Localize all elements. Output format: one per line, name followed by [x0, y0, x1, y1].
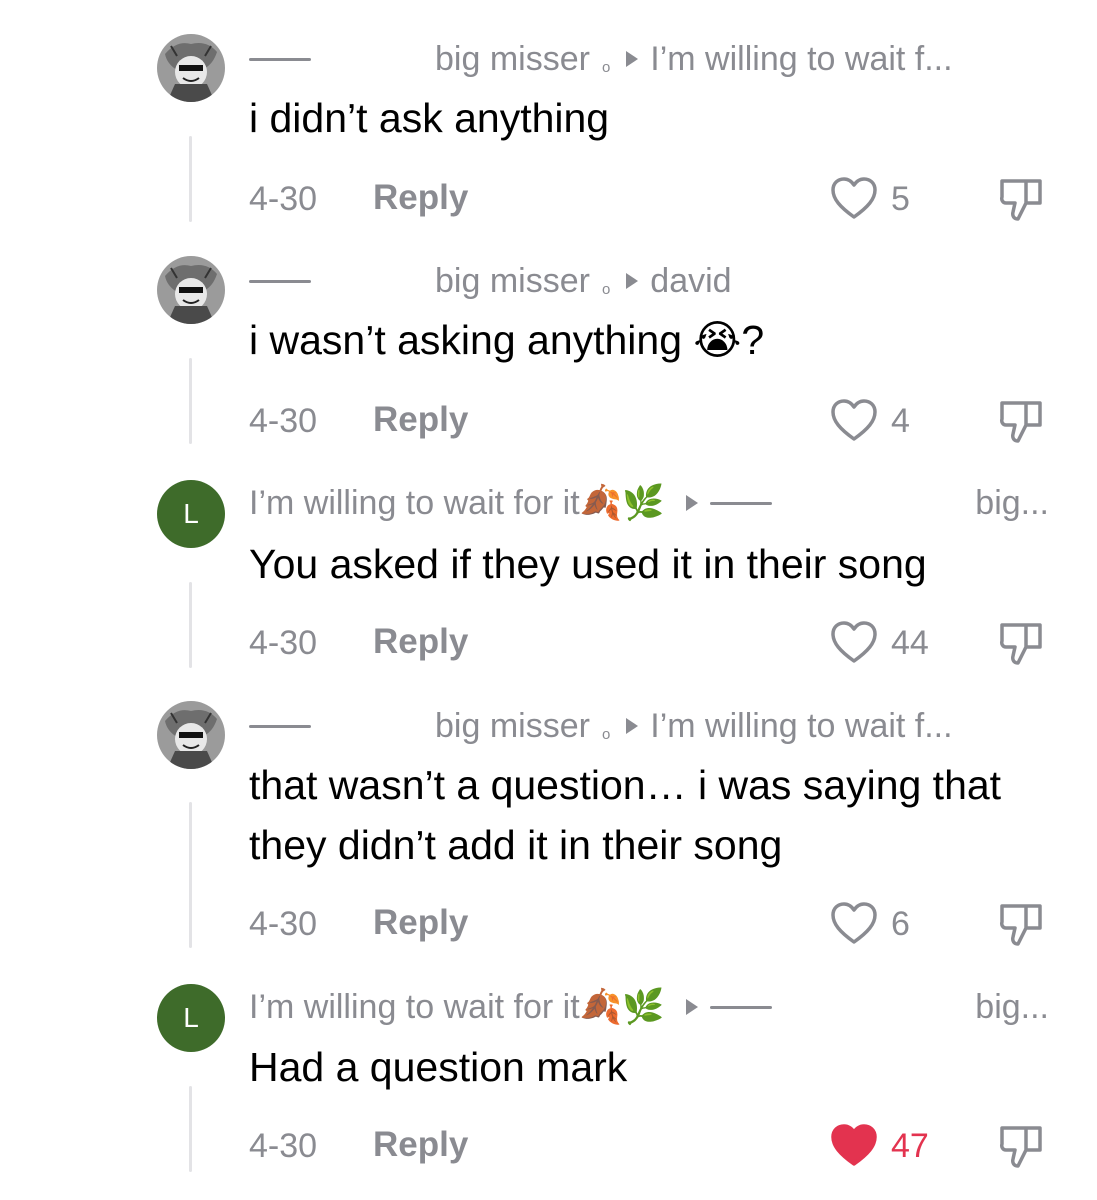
comment-date: 4-30: [249, 624, 318, 662]
heart-icon[interactable]: [830, 398, 878, 442]
avatar[interactable]: [157, 256, 225, 324]
separator-dot: o: [601, 280, 611, 298]
triangle-right-icon: [626, 718, 639, 734]
like-count: 6: [891, 905, 910, 943]
thumbs-down-icon[interactable]: [996, 1122, 1048, 1172]
comment-header: I’m willing to wait for it🍂🌿 big...: [249, 480, 1049, 526]
author-name[interactable]: big misser: [435, 707, 590, 746]
avatar[interactable]: L: [157, 480, 225, 548]
reply-button[interactable]: Reply: [373, 622, 468, 662]
separator-dot: o: [601, 725, 611, 743]
heart-icon[interactable]: [830, 901, 878, 945]
censored-name-bar: [249, 57, 311, 61]
comment-header: I’m willing to wait for it🍂🌿 big...: [249, 984, 1049, 1030]
triangle-right-icon: [626, 51, 639, 67]
reply-to-name[interactable]: I’m willing to wait f...: [650, 40, 952, 79]
author-name[interactable]: big misser: [435, 40, 590, 79]
thread-line: [189, 136, 192, 222]
reply-button[interactable]: Reply: [373, 178, 468, 218]
author-name[interactable]: I’m willing to wait for it🍂🌿: [249, 483, 664, 523]
thumbs-down-icon[interactable]: [996, 175, 1048, 225]
thumbs-down-icon[interactable]: [996, 397, 1048, 447]
thread-line: [189, 358, 192, 444]
censored-name-bar: [710, 1005, 773, 1009]
censored-name-bar: [710, 501, 773, 505]
thumbs-down-icon[interactable]: [996, 619, 1048, 669]
like-count: 5: [891, 180, 910, 218]
author-name[interactable]: I’m willing to wait for it🍂🌿: [249, 987, 664, 1027]
comment-header: big misser o I’m willing to wait f...: [249, 36, 953, 82]
comment-date: 4-30: [249, 402, 318, 440]
comment-text: You asked if they used it in their song: [249, 541, 927, 587]
avatar[interactable]: [157, 34, 225, 102]
author-name[interactable]: big misser: [435, 262, 590, 301]
comment-date: 4-30: [249, 905, 318, 943]
reply-button[interactable]: Reply: [373, 903, 468, 943]
reply-to-name[interactable]: big...: [975, 988, 1049, 1027]
comment-text: that wasn’t a question… i was saying tha…: [249, 762, 1002, 868]
reply-button[interactable]: Reply: [373, 1125, 468, 1165]
heart-icon[interactable]: [830, 620, 878, 664]
thread-line: [189, 1086, 192, 1172]
thumbs-down-icon[interactable]: [996, 900, 1048, 950]
thread-line: [189, 582, 192, 668]
censored-name-bar: [249, 279, 311, 283]
like-count: 47: [891, 1127, 929, 1165]
thread-line: [189, 802, 192, 948]
reply-button[interactable]: Reply: [373, 400, 468, 440]
comment-text: i didn’t ask anything: [249, 95, 610, 141]
sketch-avatar-icon: [157, 34, 225, 102]
reply-to-name[interactable]: david: [650, 262, 731, 301]
comment-date: 4-30: [249, 1127, 318, 1165]
reply-to-name[interactable]: big...: [975, 484, 1049, 523]
sketch-avatar-icon: [157, 701, 225, 769]
triangle-right-icon: [686, 999, 699, 1015]
comment-date: 4-30: [249, 180, 318, 218]
triangle-right-icon: [686, 495, 699, 511]
censored-name-bar: [249, 724, 311, 728]
sketch-avatar-icon: [157, 256, 225, 324]
comment-text: i wasn’t asking anything 😭?: [249, 317, 765, 363]
triangle-right-icon: [626, 273, 639, 289]
like-count: 44: [891, 624, 929, 662]
avatar[interactable]: L: [157, 984, 225, 1052]
comment-header: big misser o david: [249, 258, 732, 304]
heart-icon[interactable]: [830, 1123, 878, 1167]
like-count: 4: [891, 402, 910, 440]
avatar[interactable]: [157, 701, 225, 769]
comment-header: big misser o I’m willing to wait f...: [249, 703, 953, 749]
heart-icon[interactable]: [830, 176, 878, 220]
reply-to-name[interactable]: I’m willing to wait f...: [650, 707, 952, 746]
comment-text: Had a question mark: [249, 1044, 628, 1090]
separator-dot: o: [601, 58, 611, 76]
